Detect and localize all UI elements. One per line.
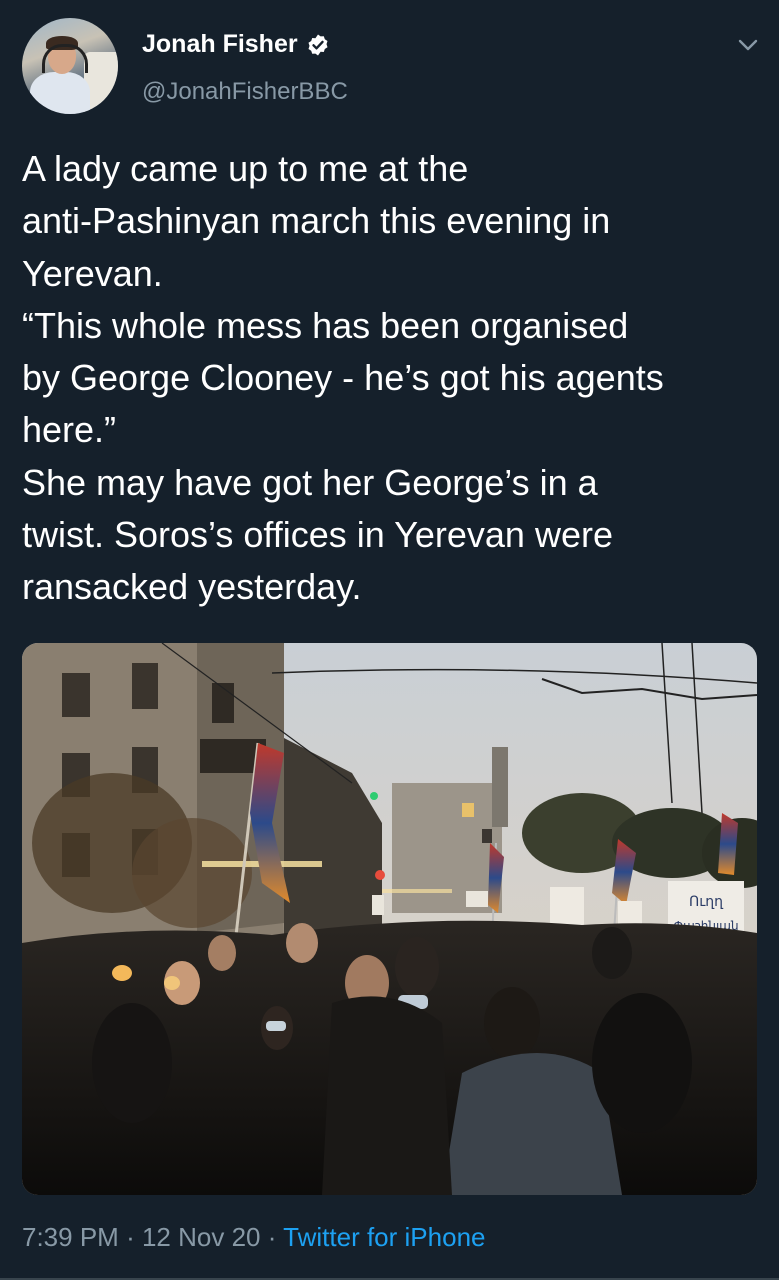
meta-separator: · — [267, 1222, 277, 1252]
protest-sign-line-1: Ուղղ — [689, 894, 724, 910]
tweet-photo[interactable]: Ուղղ Փաշինյան — [22, 643, 757, 1195]
tweet-meta: 7:39 PM · 12 Nov 20 · Twitter for iPhone — [22, 1222, 485, 1253]
meta-separator: · — [126, 1222, 135, 1252]
author-display-name[interactable]: Jonah Fisher — [142, 30, 298, 59]
tweet: Jonah Fisher @JonahFisherBBC A lady came… — [0, 0, 779, 1280]
author-avatar[interactable] — [22, 18, 118, 114]
tweet-source-link[interactable]: Twitter for iPhone — [283, 1222, 485, 1252]
tweet-time[interactable]: 7:39 PM — [22, 1222, 119, 1252]
author-name-row[interactable]: Jonah Fisher — [142, 30, 330, 59]
verified-badge-icon — [308, 34, 328, 55]
chevron-down-icon[interactable] — [737, 34, 759, 56]
avatar-headset — [42, 44, 88, 73]
avatar-shirt — [30, 72, 90, 114]
protest-crowd-photo: Ուղղ Փաշինյան — [22, 643, 757, 1195]
tweet-date[interactable]: 12 Nov 20 — [142, 1222, 261, 1252]
tweet-text: A lady came up to me at the anti-Pashiny… — [22, 148, 664, 608]
author-handle[interactable]: @JonahFisherBBC — [142, 78, 348, 106]
